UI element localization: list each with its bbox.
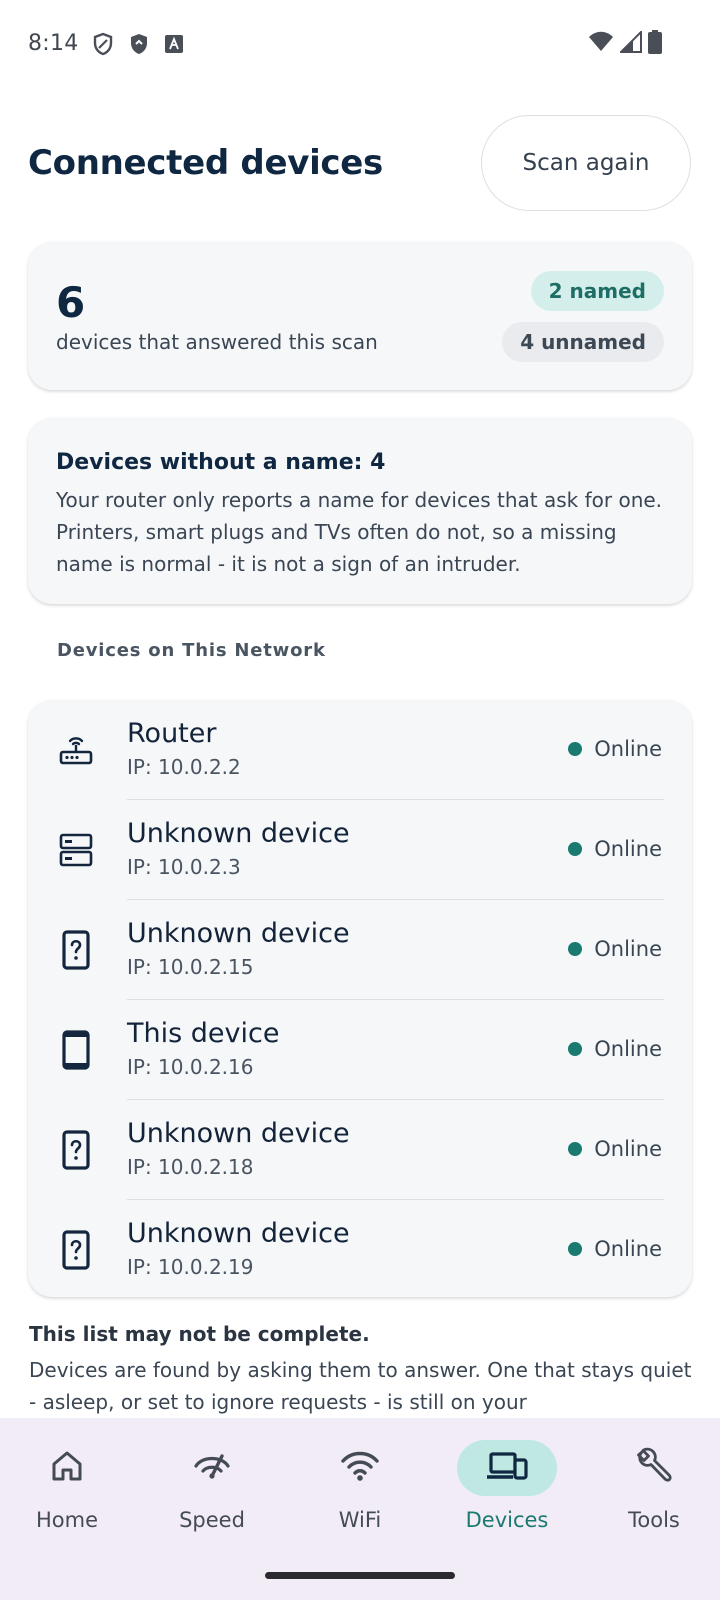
page-title: Connected devices <box>28 143 383 183</box>
nav-item-speed[interactable]: Speed <box>140 1440 284 1560</box>
info-body: Your router only reports a name for devi… <box>56 488 663 576</box>
nav-label: Tools <box>628 1508 680 1532</box>
wrench-icon <box>634 1446 674 1490</box>
online-status-dot <box>568 842 583 856</box>
device-name: Router <box>127 718 217 749</box>
device-ip: IP: 10.0.2.15 <box>127 955 254 979</box>
device-ip: IP: 10.0.2.19 <box>127 1255 254 1279</box>
scan-again-button[interactable]: Scan again <box>481 115 691 211</box>
device-ip: IP: 10.0.2.3 <box>127 855 241 879</box>
device-row[interactable]: This device IP: 10.0.2.16 Online <box>28 1000 692 1100</box>
summary-card: 6 devices that answered this scan 2 name… <box>28 242 692 390</box>
device-status: Online <box>594 737 662 761</box>
section-label: Devices on This Network <box>57 640 326 661</box>
note-title: This list may not be complete. <box>29 1322 370 1346</box>
status-time: 8:14 <box>28 31 79 56</box>
device-row[interactable]: Unknown device IP: 10.0.2.18 Online <box>28 1100 692 1200</box>
info-card: Devices without a name: 4 Your router on… <box>28 418 692 604</box>
note-body: Devices are found by asking them to answ… <box>29 1358 692 1414</box>
device-status: Online <box>594 1137 662 1161</box>
device-status: Online <box>594 1237 662 1261</box>
nav-label: Speed <box>179 1508 245 1532</box>
nav-label: Devices <box>465 1508 549 1532</box>
online-status-dot <box>568 1142 583 1156</box>
online-status-dot <box>568 942 583 956</box>
device-name: Unknown device <box>127 1218 350 1249</box>
nav-item-wifi[interactable]: WiFi <box>288 1440 432 1560</box>
phone-icon <box>56 1030 96 1070</box>
font-a-icon <box>164 34 184 58</box>
device-row[interactable]: Unknown device IP: 10.0.2.3 Online <box>28 800 692 900</box>
nav-label: WiFi <box>338 1508 382 1532</box>
router-icon <box>56 730 96 770</box>
device-ip: IP: 10.0.2.18 <box>127 1155 254 1179</box>
device-row[interactable]: Unknown device IP: 10.0.2.19 Online <box>28 1200 692 1300</box>
device-name: Unknown device <box>127 918 350 949</box>
home-icon <box>49 1448 85 1488</box>
battery-icon <box>648 30 662 58</box>
device-row[interactable]: Router IP: 10.0.2.2 Online <box>28 700 692 800</box>
device-row[interactable]: Unknown device IP: 10.0.2.15 Online <box>28 900 692 1000</box>
device-ip: IP: 10.0.2.16 <box>127 1055 254 1079</box>
online-status-dot <box>568 742 583 756</box>
device-ip: IP: 10.0.2.2 <box>127 755 241 779</box>
shield-filled-icon <box>128 32 150 60</box>
nav-item-home[interactable]: Home <box>0 1440 139 1560</box>
device-status: Online <box>594 937 662 961</box>
device-count-caption: devices that answered this scan <box>56 330 378 354</box>
device-name: This device <box>127 1018 280 1049</box>
device-unknown-icon <box>56 930 96 970</box>
device-status: Online <box>594 1037 662 1061</box>
device-list: Router IP: 10.0.2.2 Online Unknown devic… <box>28 700 692 1297</box>
nav-item-devices[interactable]: Devices <box>435 1440 579 1560</box>
device-name: Unknown device <box>127 818 350 849</box>
speed-icon <box>192 1448 232 1488</box>
devices-icon <box>485 1448 529 1488</box>
online-status-dot <box>568 1242 583 1256</box>
device-unknown-icon <box>56 1230 96 1270</box>
header: Connected devices Scan again <box>0 115 720 211</box>
nav-item-tools[interactable]: Tools <box>582 1440 720 1560</box>
shield-outline-icon <box>92 32 114 60</box>
named-badge: 2 named <box>530 271 664 311</box>
wifi-icon <box>588 31 614 57</box>
device-unknown-icon <box>56 1130 96 1170</box>
signal-icon <box>618 29 642 57</box>
nav-label: Home <box>35 1508 98 1532</box>
wifi-icon <box>340 1448 380 1488</box>
info-title: Devices without a name: 4 <box>56 450 386 475</box>
device-name: Unknown device <box>127 1118 350 1149</box>
device-count: 6 <box>56 278 86 327</box>
device-status: Online <box>594 837 662 861</box>
unnamed-badge: 4 unnamed <box>502 322 664 362</box>
home-indicator-bar[interactable] <box>265 1572 455 1579</box>
server-icon <box>56 830 96 870</box>
online-status-dot <box>568 1042 583 1056</box>
status-bar: 8:14 <box>0 0 720 90</box>
completeness-note: This list may not be complete. Devices a… <box>29 1322 699 1418</box>
